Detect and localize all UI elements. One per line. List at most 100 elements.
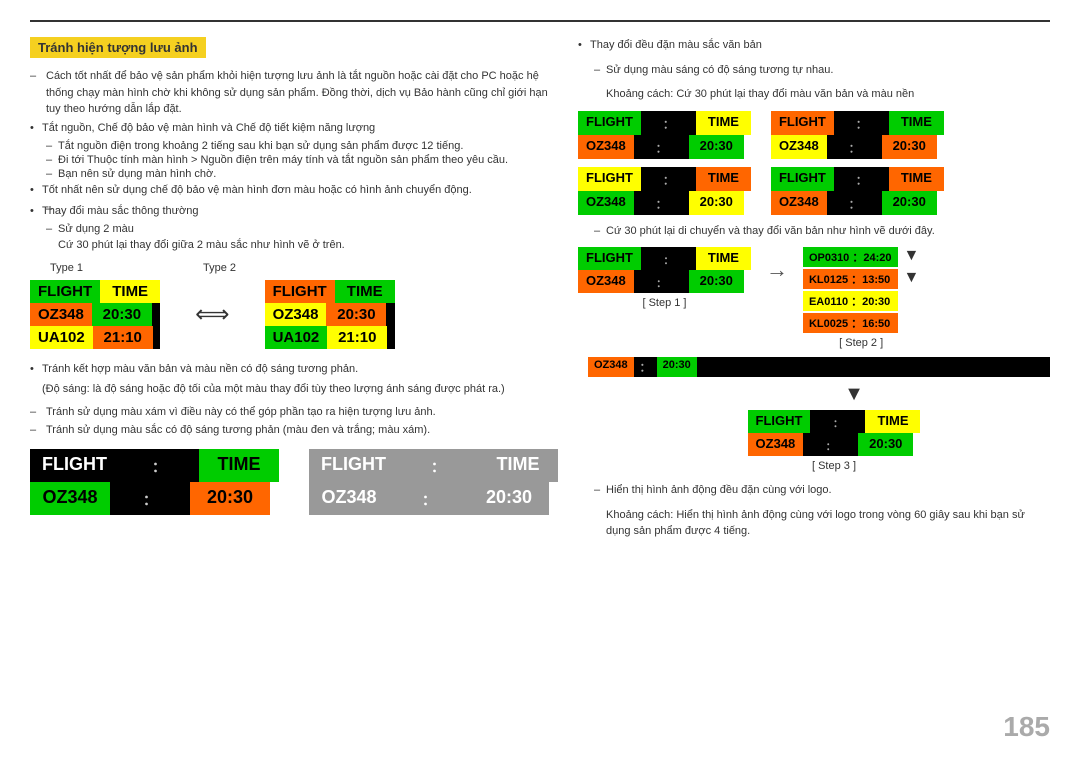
step2-container: OP0310 ：24:20 KL0125 ：13:50 EA0110 ：20:3… — [803, 247, 919, 349]
mb3-r1c1: FLIGHT — [578, 167, 641, 191]
bg-colon: ： — [398, 449, 478, 482]
mb4-colon1: ： — [834, 167, 889, 191]
step-arrow-right: → — [766, 257, 788, 283]
swap-arrow: ⟺ — [195, 300, 229, 329]
mb3-r2c1: OZ348 — [578, 191, 634, 215]
mini-board-3: FLIGHT ： TIME OZ348 ： 20:30 — [578, 167, 751, 215]
step1-oz-row: OZ348 ： 20:30 — [588, 357, 1050, 377]
mini-board-2: FLIGHT ： TIME OZ348 ： 20:30 — [771, 111, 944, 159]
mb4-colon2: ： — [827, 191, 882, 215]
bg-oz348: OZ348 — [309, 482, 389, 515]
s1-r1c2: TIME — [696, 247, 751, 270]
mb4-r1c2: TIME — [889, 167, 944, 191]
step1-container: FLIGHT ： TIME OZ348 ： 20:30 [ Step 1 ] — [578, 247, 751, 309]
sub1-1: Tắt nguồn điện trong khoảng 2 tiếng sau … — [30, 140, 558, 152]
t2-2030: 20:30 — [326, 303, 386, 326]
s2-kl125: KL0125 ：13:50 — [803, 269, 896, 289]
bb-colon: ： — [119, 449, 199, 482]
t1-ua102: UA102 — [30, 326, 93, 349]
bullet1: Tắt nguồn, Chế độ bảo vệ màn hình và Chế… — [30, 120, 558, 137]
step2-stacked: OP0310 ：24:20 KL0125 ：13:50 EA0110 ：20:3… — [803, 247, 898, 333]
mb3-colon2: ： — [634, 191, 689, 215]
bb-flight: FLIGHT — [30, 449, 119, 482]
type2-board: FLIGHT TIME OZ348 20:30 UA102 21:10 — [265, 280, 395, 349]
bullet4: Tránh kết hợp màu văn bản và màu nền có … — [30, 361, 558, 378]
bb-colon2: ： — [110, 482, 190, 515]
bb-time: TIME — [199, 449, 279, 482]
s3-r2c2: 20:30 — [858, 433, 913, 456]
t1-flight-label: FLIGHT — [30, 280, 100, 303]
step2-row3: EA0110 ：20:30 — [803, 291, 898, 311]
steps-section: FLIGHT ： TIME OZ348 ： 20:30 [ Step 1 ] → — [578, 247, 1050, 349]
mini-board-1: FLIGHT ： TIME OZ348 ： 20:30 — [578, 111, 751, 159]
t2-oz348: OZ348 — [265, 303, 327, 326]
contrast-warning: Tránh sử dụng màu sắc có độ sáng tương p… — [30, 422, 558, 439]
t2-flight-label: FLIGHT — [265, 280, 335, 303]
sub1-3: Bạn nên sử dụng màn hình chờ. — [30, 168, 558, 180]
top-divider — [30, 20, 1050, 22]
mb4-r2c2: 20:30 — [882, 191, 937, 215]
bb-oz348: OZ348 — [30, 482, 110, 515]
mb2-r1c2: TIME — [889, 111, 944, 135]
mb4-r1c1: FLIGHT — [771, 167, 834, 191]
mb2-colon1: ： — [834, 111, 889, 135]
bg-time: TIME — [478, 449, 558, 482]
s1-colon2: ： — [634, 270, 689, 293]
bullet4-sub: (Độ sáng: là độ sáng hoặc độ tối của một… — [30, 381, 558, 398]
bg-flight: FLIGHT — [309, 449, 398, 482]
t2-ua102: UA102 — [265, 326, 328, 349]
mb2-r2c2: 20:30 — [882, 135, 937, 159]
mb4-r2c1: OZ348 — [771, 191, 827, 215]
s3-r1c1: FLIGHT — [748, 410, 811, 433]
mb3-colon1: ： — [641, 167, 696, 191]
bottom-board-gray: FLIGHT ： TIME OZ348 ： 20:30 — [309, 449, 558, 515]
sub3-1b: Cứ 30 phút lại thay đổi giữa 2 màu sắc n… — [30, 237, 558, 254]
step2-arrows: ▼ ▼ — [904, 247, 920, 333]
s1-r2c1: OZ348 — [578, 270, 634, 293]
second-mini-boards: FLIGHT ： TIME OZ348 ： 20:30 FLIGHT ： — [578, 167, 1050, 215]
gray-warning: Tránh sử dụng màu xám vì điều này có thể… — [30, 404, 558, 421]
right-sub1: Sử dụng màu sáng có độ sáng tương tự nha… — [578, 62, 1050, 79]
mb1-r1c2: TIME — [696, 111, 751, 135]
top-mini-boards: FLIGHT ： TIME OZ348 ： 20:30 FLIGHT ： — [578, 111, 1050, 159]
mini-board-4: FLIGHT ： TIME OZ348 ： 20:30 — [771, 167, 944, 215]
step3-container: FLIGHT ： TIME OZ348 ： 20:30 [ Step 3 ] — [618, 410, 1050, 472]
section-title: Tránh hiện tượng lưu ảnh — [30, 37, 206, 58]
t1-2030: 20:30 — [92, 303, 152, 326]
footer-notes: Hiển thị hình ảnh động đều đặn cùng với … — [578, 482, 1050, 540]
page-number: 185 — [1003, 711, 1050, 743]
intro-text: Cách tốt nhất để bảo vệ sản phẩm khỏi hi… — [30, 68, 558, 118]
bg-2030: 20:30 — [469, 482, 549, 515]
bb-2030: 20:30 — [190, 482, 270, 515]
type-labels: Type 1 Type 2 — [50, 262, 558, 274]
step2-row2: KL0125 ：13:50 — [803, 269, 898, 289]
s2-oz310: OP0310 ：24:20 — [803, 247, 898, 267]
s1oz-2030: 20:30 — [657, 357, 697, 377]
type1-board: FLIGHT TIME OZ348 20:30 UA102 21:10 — [30, 280, 160, 349]
mb2-r2c1: OZ348 — [771, 135, 827, 159]
s2-ea110: EA0110 ：20:30 — [803, 291, 896, 311]
dbl-arrow2: ▼ — [904, 269, 920, 287]
s3-r1c2: TIME — [865, 410, 920, 433]
t2-2110: 21:10 — [327, 326, 387, 349]
mb1-colon1: ： — [641, 111, 696, 135]
mb1-r2c1: OZ348 — [578, 135, 634, 159]
arrow-to-step3: ▼ — [658, 383, 1050, 406]
footer-note1: Hiển thị hình ảnh động đều đặn cùng với … — [578, 482, 1050, 499]
s3-colon1: ： — [810, 410, 865, 433]
step2-row4: KL0025 ：16:50 — [803, 313, 898, 333]
step1-label: [ Step 1 ] — [642, 297, 686, 309]
right-sub1b: Khoảng cách: Cứ 30 phút lại thay đổi màu… — [578, 86, 1050, 103]
mb1-r2c2: 20:30 — [689, 135, 744, 159]
t1-time-label: TIME — [100, 280, 160, 303]
step3-label: [ Step 3 ] — [812, 460, 856, 472]
t2-time-label: TIME — [335, 280, 395, 303]
s3-r2c1: OZ348 — [748, 433, 804, 456]
mb2-colon2: ： — [827, 135, 882, 159]
s1-r1c1: FLIGHT — [578, 247, 641, 270]
step2-row1: OP0310 ：24:20 — [803, 247, 898, 267]
s3-colon2: ： — [803, 433, 858, 456]
dbl-arrow1: ▼ — [904, 247, 920, 265]
mb3-r2c2: 20:30 — [689, 191, 744, 215]
s1-colon1: ： — [641, 247, 696, 270]
